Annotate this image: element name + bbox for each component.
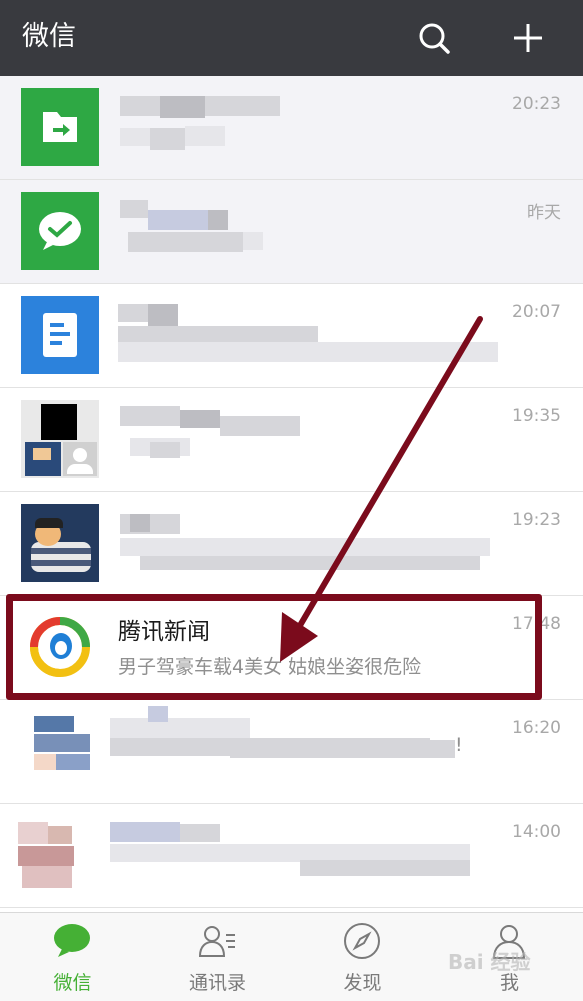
blurred-avatar bbox=[14, 816, 92, 894]
chat-row[interactable]: ! 16:20 bbox=[0, 700, 583, 804]
document-icon bbox=[21, 296, 99, 374]
chat-time: 16:20 bbox=[512, 718, 561, 738]
plus-icon[interactable] bbox=[508, 18, 548, 58]
chat-time: 19:35 bbox=[512, 406, 561, 426]
tab-contacts[interactable]: 通讯录 bbox=[145, 913, 290, 1001]
group-avatar bbox=[21, 400, 99, 478]
chat-time: 昨天 bbox=[527, 203, 561, 223]
chat-row[interactable]: 19:35 bbox=[0, 388, 583, 492]
chat-time: 20:23 bbox=[512, 94, 561, 114]
tab-label: 通讯录 bbox=[188, 972, 246, 994]
blurred-avatar bbox=[14, 712, 92, 790]
chat-row[interactable]: 昨天 bbox=[0, 180, 583, 284]
wechat-logo-icon bbox=[21, 192, 99, 270]
tab-label: 发现 bbox=[343, 972, 382, 994]
top-bar: 微信 bbox=[0, 0, 583, 76]
chat-row[interactable]: 14:00 bbox=[0, 804, 583, 908]
chat-row[interactable]: 19:23 bbox=[0, 492, 583, 596]
tab-chats[interactable]: 微信 bbox=[0, 913, 145, 1001]
tab-discover[interactable]: 发现 bbox=[290, 913, 435, 1001]
chat-preview-end: ! bbox=[455, 734, 463, 756]
search-icon[interactable] bbox=[414, 18, 454, 58]
cartoon-avatar bbox=[21, 504, 99, 582]
compass-icon bbox=[342, 921, 382, 961]
file-transfer-icon bbox=[21, 88, 99, 166]
chat-row[interactable]: 20:23 bbox=[0, 76, 583, 180]
chat-bubble-icon bbox=[52, 921, 92, 961]
app-title: 微信 bbox=[22, 21, 76, 52]
contacts-icon bbox=[197, 921, 237, 961]
chat-time: 14:00 bbox=[512, 822, 561, 842]
annotation-highlight-box bbox=[6, 594, 542, 700]
tab-label: 微信 bbox=[53, 972, 92, 994]
chat-row[interactable]: 20:07 bbox=[0, 284, 583, 388]
watermark: Bai 经验 bbox=[448, 950, 531, 974]
chat-time: 20:07 bbox=[512, 302, 561, 322]
chat-time: 19:23 bbox=[512, 510, 561, 530]
